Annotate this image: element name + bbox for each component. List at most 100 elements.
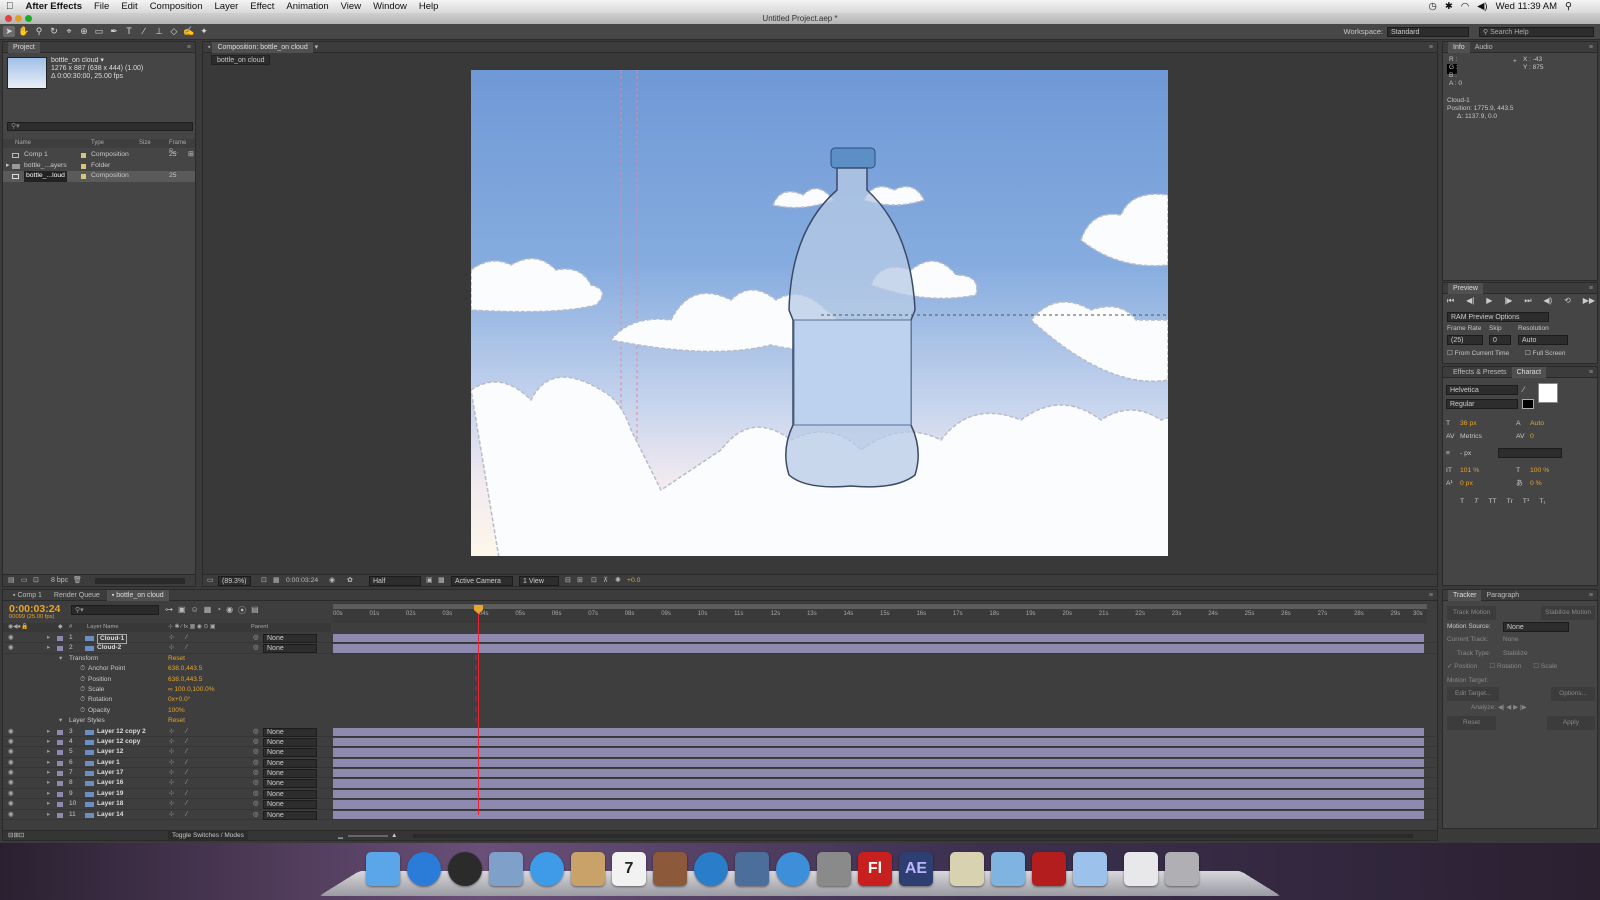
label-color-icon[interactable]	[57, 646, 63, 652]
stopwatch-icon[interactable]: ⏱	[80, 685, 85, 695]
tab-bottle-on-cloud[interactable]: ▪ bottle_on cloud	[106, 590, 169, 601]
parent-select[interactable]: None	[263, 800, 317, 810]
stopwatch-icon[interactable]: ⏱	[80, 675, 85, 685]
quality-switch-icon[interactable]: ∕	[186, 799, 187, 809]
faux-italic-button[interactable]: T	[1474, 495, 1478, 508]
layer-row[interactable]: ◉ ▸ 11 Layer 14 ⊹ ∕ ◎ None	[3, 810, 1439, 821]
calendar-icon[interactable]: 7	[612, 852, 646, 886]
layer-row[interactable]: ◉ ▸ 9 Layer 19 ⊹ ∕ ◎ None	[3, 789, 1439, 800]
eyedropper-icon[interactable]: ∕	[1523, 385, 1524, 394]
grid-icon[interactable]: ▦	[273, 575, 279, 586]
ram-preview-options-select[interactable]: RAM Preview Options	[1447, 312, 1549, 322]
layer-row[interactable]: ◉ ▸ 2 Cloud-2 ⊹ ∕ ◎ None	[3, 643, 1439, 654]
parent-select[interactable]: None	[263, 789, 317, 799]
collapse-switch-icon[interactable]: ⊹	[169, 799, 174, 809]
menu-edit[interactable]: Edit	[115, 1, 143, 12]
dashboard-icon[interactable]	[448, 852, 482, 886]
visibility-eye-icon[interactable]: ◉	[8, 633, 14, 643]
collapse-switch-icon[interactable]: ⊹	[169, 789, 174, 799]
exposure-value[interactable]: +0.0	[627, 575, 640, 586]
loop-icon[interactable]: ⟲	[1564, 296, 1571, 306]
eraser-tool-icon[interactable]: ◇	[168, 26, 180, 37]
expand-arrow-icon[interactable]: ▾	[59, 716, 62, 726]
resolution-select[interactable]: Auto	[1518, 335, 1568, 345]
flash-icon[interactable]: Fl	[858, 852, 892, 886]
menu-effect[interactable]: Effect	[244, 1, 280, 12]
layer-row[interactable]: ◉ ▸ 4 Layer 12 copy ⊹ ∕ ◎ None	[3, 737, 1439, 748]
audio-icon[interactable]: ◀)	[1543, 296, 1552, 306]
parent-select[interactable]: None	[263, 779, 317, 789]
draft-3d-icon[interactable]: ▣	[178, 605, 186, 616]
edit-target-button[interactable]: Edit Target...	[1447, 687, 1500, 701]
property-row[interactable]: ⏱ Position 638.0,443.5 I	[3, 675, 1439, 685]
collapse-switch-icon[interactable]: ⊹	[169, 643, 174, 653]
fast-preview-icon[interactable]: ⊞	[577, 575, 583, 586]
current-time-indicator[interactable]	[474, 605, 483, 815]
composition-navigator-tab[interactable]: bottle_on cloud	[211, 55, 271, 65]
subscript-button[interactable]: T₁	[1539, 495, 1545, 508]
property-value[interactable]: Reset	[168, 716, 185, 726]
resolution-select[interactable]: Half	[369, 576, 421, 586]
project-row-selected[interactable]: bottle_...loud Composition 25	[3, 171, 195, 182]
faux-bold-button[interactable]: T	[1460, 495, 1464, 508]
ichat-icon[interactable]	[530, 852, 564, 886]
timeline-scrollbar[interactable]	[413, 834, 1413, 838]
preview-icon[interactable]	[489, 852, 523, 886]
selection-tool-icon[interactable]: ➤	[3, 26, 15, 37]
visibility-eye-icon[interactable]: ◉	[8, 768, 14, 778]
camera-tool-icon[interactable]: ⌖	[63, 26, 75, 37]
document-icon[interactable]	[1124, 852, 1158, 886]
layer-name[interactable]: Layer 14	[97, 810, 123, 820]
property-row[interactable]: ⏱ Opacity 100% I	[3, 706, 1439, 716]
layer-row[interactable]: ◉ ▸ 3 Layer 12 copy 2 ⊹ ∕ ◎ None	[3, 727, 1439, 737]
layer-duration-bar[interactable]	[333, 644, 1424, 653]
menu-animation[interactable]: Animation	[280, 1, 334, 12]
parent-select[interactable]: None	[263, 737, 317, 747]
visibility-eye-icon[interactable]: ◉	[8, 789, 14, 799]
brush-tool-icon[interactable]: ∕	[138, 26, 150, 37]
layer-name[interactable]: Layer 16	[97, 778, 123, 788]
app-store-icon[interactable]	[407, 852, 441, 886]
kerning-value[interactable]: Metrics	[1460, 430, 1482, 443]
expand-arrow-icon[interactable]: ▸	[47, 737, 50, 747]
wifi-icon[interactable]: ◠	[1461, 1, 1469, 12]
parent-select[interactable]: None	[263, 634, 317, 643]
keyframe-marker-icon[interactable]: I	[475, 685, 477, 695]
quality-switch-icon[interactable]: ∕	[186, 778, 187, 788]
menu-help[interactable]: Help	[413, 1, 445, 12]
parent-select[interactable]: None	[263, 644, 317, 654]
rectangle-tool-icon[interactable]: ▭	[93, 26, 105, 37]
horizontal-scale-value[interactable]: 100 %	[1530, 464, 1549, 477]
analyze-next-icon[interactable]: |▶	[1520, 704, 1527, 711]
quality-switch-icon[interactable]: ∕	[186, 737, 187, 747]
property-value[interactable]: Reset	[168, 654, 185, 664]
stopwatch-icon[interactable]: ⏱	[80, 664, 85, 674]
stroke-width-value[interactable]: - px	[1460, 447, 1471, 460]
tab-composition[interactable]: Composition: bottle_on cloud	[212, 42, 313, 53]
timeline-icon[interactable]: ⊡	[591, 575, 597, 586]
exposure-icon[interactable]: ✺	[615, 575, 621, 586]
col-parent[interactable]: Parent	[251, 623, 268, 632]
expand-arrow-icon[interactable]: ▸	[47, 778, 50, 788]
fill-color-swatch[interactable]	[1522, 399, 1534, 409]
project-row[interactable]: ▸ bottle_...ayers Folder	[3, 161, 195, 172]
parent-pickwhip-icon[interactable]: ◎	[253, 810, 259, 820]
tab-effects-presets[interactable]: Effects & Presets	[1448, 367, 1512, 378]
analyze-backward-icon[interactable]: ◀|	[1498, 704, 1505, 711]
safari-icon[interactable]	[776, 852, 810, 886]
frame-blending-icon[interactable]: ▦	[204, 605, 212, 616]
toggle-pixel-aspect-icon[interactable]: ⊟	[565, 575, 571, 586]
font-family-select[interactable]: Helvetica	[1446, 385, 1518, 395]
parent-pickwhip-icon[interactable]: ◎	[253, 799, 259, 809]
expand-switches-icon[interactable]: ⊟⊞⊡	[8, 831, 24, 840]
expose-icon[interactable]	[735, 852, 769, 886]
from-current-time-checkbox[interactable]: ☐ From Current Time	[1447, 349, 1509, 357]
col-layer-name[interactable]: Layer Name	[87, 623, 119, 632]
parent-select[interactable]: None	[263, 769, 317, 779]
next-frame-icon[interactable]: |▶	[1504, 296, 1512, 306]
project-scrollbar[interactable]	[95, 578, 185, 584]
trash-icon[interactable]	[1165, 852, 1199, 886]
zoom-out-icon[interactable]: ▁	[338, 831, 343, 840]
layer-duration-bar[interactable]	[333, 758, 1424, 768]
layer-duration-bar[interactable]	[333, 748, 1424, 757]
